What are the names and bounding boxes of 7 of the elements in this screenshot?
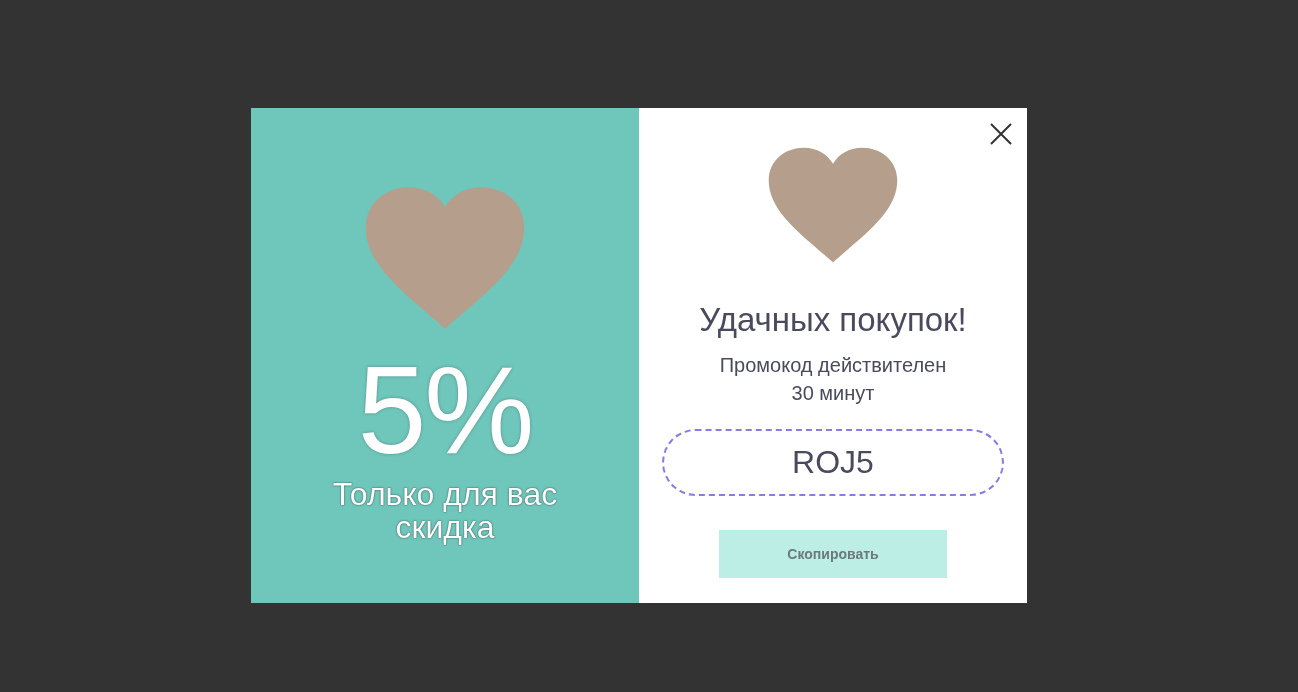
promo-note: Промокод действителен 30 минут [718, 353, 948, 406]
discount-value: 5% [357, 348, 533, 472]
promo-code: ROJ5 [662, 429, 1004, 496]
close-icon[interactable] [990, 123, 1012, 145]
copy-button[interactable]: Скопировать [719, 530, 947, 578]
discount-caption: Только для вас скидка [331, 478, 559, 544]
promo-title: Удачных покупок! [699, 301, 967, 339]
